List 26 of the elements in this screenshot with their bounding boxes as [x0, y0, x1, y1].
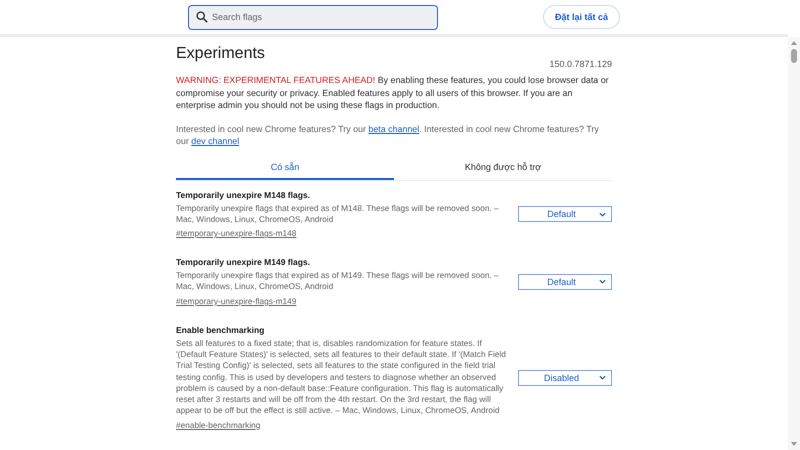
flag-link[interactable]: #temporary-unexpire-flags-m149	[176, 296, 296, 306]
search-field[interactable]: Search flags	[188, 4, 438, 30]
flag-link[interactable]: #temporary-unexpire-flags-m148	[176, 228, 296, 238]
scrollbar[interactable]	[788, 37, 800, 450]
link[interactable]: beta channel	[368, 124, 420, 134]
dropdown[interactable]: Disabled	[518, 370, 612, 386]
flag-description: Sets all features to a fixed state; that is, disables randomization for feature states. If '(Default Feature States)' is selected, sets all features to their default state. If '(Match Field Trial Testing Config)' is selected, sets all features to the state configured in the field trial testing config. This is used by developers and testers to diagnose whether an observed problem is caused by a non-default base::Feature configuration. This flag is automatically reset after 3 restarts and will be off from the 4th restart. On the 3rd restart, the flag will appear to be off but the effect is still active. – Mac, Windows, Linux, ChromeOS, Android	[176, 338, 507, 417]
caret-icon	[599, 212, 606, 217]
channel-text: Interested in cool new Chrome features? Try our beta channel. Interested in cool new Chrome features? Try our dev channel	[176, 122, 600, 148]
caret-icon	[599, 375, 606, 380]
flag-title: Temporarily unexpire M149 flags.	[176, 257, 311, 268]
caret-icon	[599, 279, 606, 284]
version-number: 150.0.7871.129	[549, 59, 612, 69]
dropdown[interactable]: Default	[518, 206, 612, 222]
flag-link[interactable]: #enable-benchmarking	[176, 420, 260, 430]
flag-description: Temporarily unexpire flags that expired as of M149. These flags will be removed soon. – Mac, Windows, Linux, ChromeOS, Android	[176, 270, 500, 293]
tab[interactable]: Không được hỗ trợ	[394, 156, 612, 180]
warning-text: WARNING: EXPERIMENTAL FEATURES AHEAD! By enabling these features, you could lose browser data or compromise your security or privacy. Enabled features apply to all users of this browser. If you are an enterprise admin you should not be using these flags in production.	[176, 74, 610, 112]
reset-all-button[interactable]: Đặt lại tất cả	[543, 5, 620, 29]
flag-title: Enable benchmarking	[176, 324, 266, 335]
page-title: Experiments	[176, 45, 265, 63]
flag-description: Temporarily unexpire flags that expired as of M148. These flags will be removed soon. – Mac, Windows, Linux, ChromeOS, Android	[176, 202, 500, 226]
dropdown[interactable]: Default	[518, 274, 612, 290]
link[interactable]: dev channel	[191, 136, 240, 146]
tab[interactable]: Có sẵn	[176, 156, 394, 180]
flag-title: Temporarily unexpire M148 flags.	[176, 190, 311, 200]
